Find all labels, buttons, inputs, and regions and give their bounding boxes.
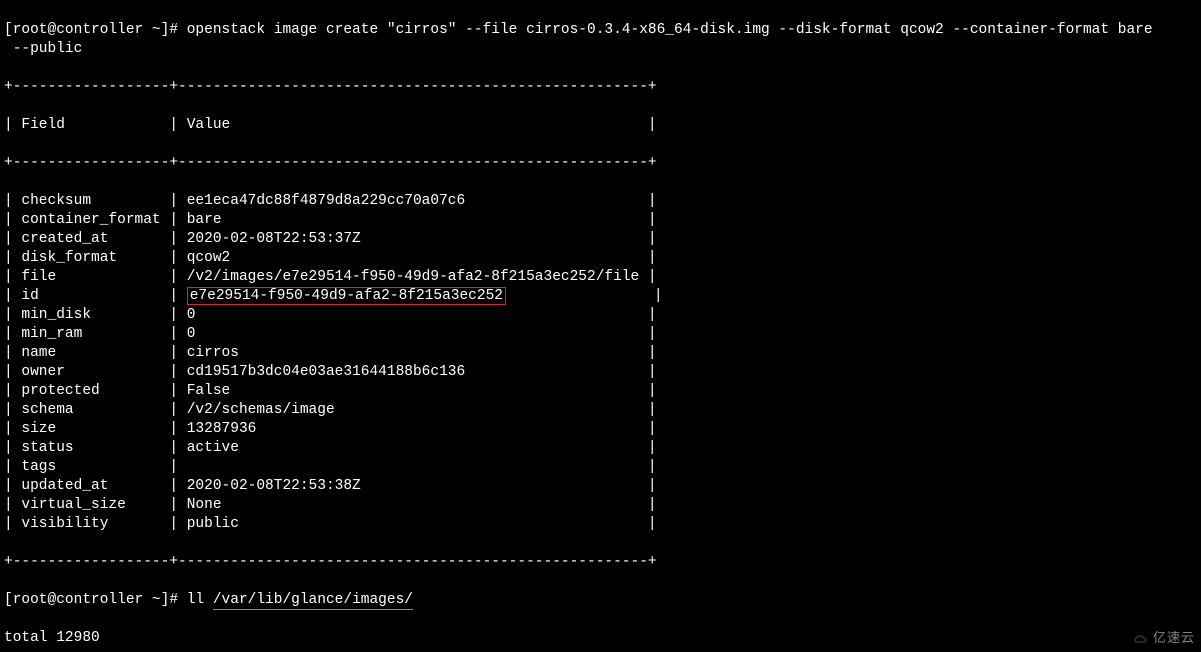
table-border-header: +------------------+--------------------… xyxy=(4,154,1197,173)
table-row: | schema | /v2/schemas/image | xyxy=(4,401,1197,420)
terminal[interactable]: [root@controller ~]# openstack image cre… xyxy=(0,0,1201,652)
table-row: | size | 13287936 | xyxy=(4,420,1197,439)
table-row: | disk_format | qcow2 | xyxy=(4,249,1197,268)
table-row: | virtual_size | None | xyxy=(4,496,1197,515)
prompt-line-1: [root@controller ~]# openstack image cre… xyxy=(4,21,1197,59)
table-row: | file | /v2/images/e7e29514-f950-49d9-a… xyxy=(4,268,1197,287)
highlighted-id: e7e29514-f950-49d9-afa2-8f215a3ec252 xyxy=(187,287,506,305)
table-header-row: | Field | Value | xyxy=(4,116,1197,135)
table-border-bottom: +------------------+--------------------… xyxy=(4,553,1197,572)
table-row: | id | e7e29514-f950-49d9-afa2-8f215a3ec… xyxy=(4,287,1197,306)
table-row: | min_ram | 0 | xyxy=(4,325,1197,344)
command-text: ll xyxy=(187,592,213,608)
table-border-top: +------------------+--------------------… xyxy=(4,78,1197,97)
table-row: | owner | cd19517b3dc04e03ae31644188b6c1… xyxy=(4,363,1197,382)
prompt-line-2: [root@controller ~]# ll /var/lib/glance/… xyxy=(4,591,1197,610)
table-body: | checksum | ee1eca47dc88f4879d8a229cc70… xyxy=(4,192,1197,534)
table-row: | protected | False | xyxy=(4,382,1197,401)
table-row: | updated_at | 2020-02-08T22:53:38Z | xyxy=(4,477,1197,496)
ll-glance-total: total 12980 xyxy=(4,629,1197,648)
table-row: | checksum | ee1eca47dc88f4879d8a229cc70… xyxy=(4,192,1197,211)
cloud-icon xyxy=(1133,633,1149,645)
table-row: | min_disk | 0 | xyxy=(4,306,1197,325)
command-line-1: [root@controller ~]# openstack image cre… xyxy=(4,21,1197,40)
watermark-logo: 亿速云 xyxy=(1133,629,1195,648)
table-row: | created_at | 2020-02-08T22:53:37Z | xyxy=(4,230,1197,249)
table-row: | status | active | xyxy=(4,439,1197,458)
command-line-2: --public xyxy=(4,40,1197,59)
watermark-text: 亿速云 xyxy=(1153,629,1195,648)
table-row: | name | cirros | xyxy=(4,344,1197,363)
table-row: | visibility | public | xyxy=(4,515,1197,534)
shell-prompt: [root@controller ~]# xyxy=(4,592,178,608)
path-arg: /var/lib/glance/images/ xyxy=(213,592,413,610)
table-row: | tags | | xyxy=(4,458,1197,477)
table-row: | container_format | bare | xyxy=(4,211,1197,230)
